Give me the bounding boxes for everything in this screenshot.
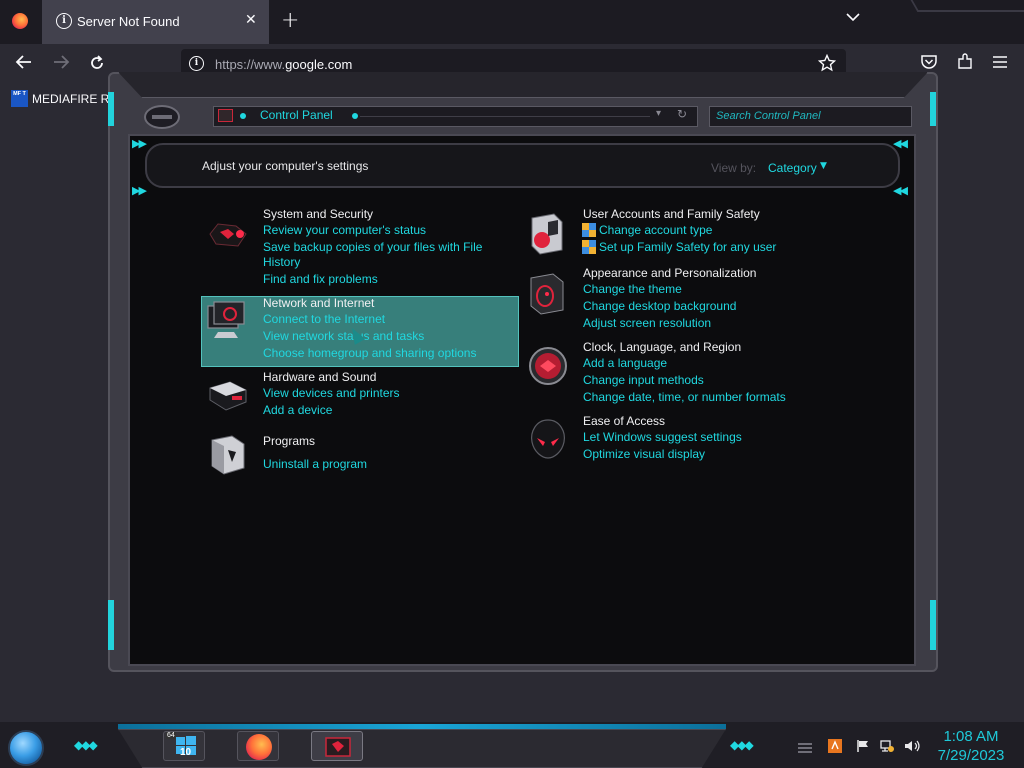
- network-internet-icon: [207, 301, 245, 338]
- link-family-safety[interactable]: Set up Family Safety for any user: [599, 240, 776, 254]
- link-change-account-type[interactable]: Change account type: [599, 223, 712, 237]
- frame-accent-right-bottom: [930, 600, 936, 650]
- link-change-theme[interactable]: Change the theme: [583, 282, 682, 296]
- frame-accent-left-top: [108, 92, 114, 126]
- link-connect-internet[interactable]: Connect to the Internet: [263, 312, 385, 326]
- link-optimize-display[interactable]: Optimize visual display: [583, 447, 705, 461]
- link-devices-printers[interactable]: View devices and printers: [263, 386, 400, 400]
- category-title-clock-region[interactable]: Clock, Language, and Region: [583, 340, 741, 354]
- link-network-status[interactable]: View network status and tasks: [263, 329, 424, 343]
- taskbar-chevrons-right-icon: ◆◆◆: [730, 738, 754, 752]
- clock-region-icon: [529, 347, 567, 385]
- clock-date: 7/29/2023: [937, 747, 1005, 764]
- start-button[interactable]: [8, 730, 44, 766]
- link-screen-resolution[interactable]: Adjust screen resolution: [583, 316, 711, 330]
- mediafire-bookmark-icon[interactable]: MF T: [11, 90, 28, 107]
- double-chevron-right-icon-2: ▶▶: [132, 184, 147, 197]
- winver-10-badge: 10: [180, 747, 192, 758]
- show-hidden-icons-icon[interactable]: [796, 740, 814, 754]
- url-domain: google.com: [285, 57, 353, 72]
- double-chevron-left-icon-2: ◀◀: [893, 184, 908, 197]
- category-title-user-accounts[interactable]: User Accounts and Family Safety: [583, 207, 760, 221]
- address-dropdown-icon[interactable]: ▾: [656, 108, 661, 119]
- taskbar-control-panel-app[interactable]: [311, 731, 363, 761]
- frame-accent-left-bottom: [108, 600, 114, 650]
- clock[interactable]: 1:08 AM 7/29/2023: [932, 727, 1010, 765]
- menu-icon[interactable]: [989, 53, 1011, 75]
- category-title-hardware-sound[interactable]: Hardware and Sound: [263, 370, 376, 384]
- tab-title: Server Not Found: [77, 14, 180, 29]
- control-panel-icon: [218, 109, 233, 122]
- search-input[interactable]: Search Control Panel: [716, 110, 821, 122]
- network-tray-icon[interactable]: [880, 739, 894, 753]
- breadcrumb-separator-icon: [240, 113, 246, 119]
- link-backup-history[interactable]: History: [263, 255, 300, 269]
- link-find-fix-problems[interactable]: Find and fix problems: [263, 272, 378, 286]
- extensions-icon[interactable]: [954, 53, 976, 75]
- reload-button[interactable]: [86, 54, 108, 76]
- ease-of-access-icon: [531, 419, 565, 459]
- tray-app-icon[interactable]: [828, 739, 842, 753]
- breadcrumb-control-panel[interactable]: Control Panel: [260, 108, 333, 122]
- info-icon: i: [56, 13, 72, 29]
- appearance-icon: [530, 273, 564, 315]
- taskbar-firefox-app[interactable]: [237, 731, 279, 761]
- user-accounts-icon: [531, 213, 563, 255]
- uac-shield-icon-2: [582, 240, 596, 254]
- uac-shield-icon: [582, 223, 596, 237]
- link-input-methods[interactable]: Change input methods: [583, 373, 704, 387]
- list-all-tabs-icon[interactable]: [846, 10, 860, 26]
- link-uninstall-program[interactable]: Uninstall a program: [263, 457, 367, 471]
- category-title-appearance[interactable]: Appearance and Personalization: [583, 266, 756, 280]
- view-by-dropdown[interactable]: Category: [768, 161, 817, 175]
- link-desktop-background[interactable]: Change desktop background: [583, 299, 736, 313]
- control-panel-taskbar-icon: [325, 737, 351, 757]
- window-top-frame: [118, 72, 928, 98]
- link-add-device[interactable]: Add a device: [263, 403, 332, 417]
- link-add-language[interactable]: Add a language: [583, 356, 667, 370]
- system-security-icon: [209, 223, 247, 247]
- category-title-ease-of-access[interactable]: Ease of Access: [583, 414, 665, 428]
- taskbar-chevrons-left-icon: ◆◆◆: [74, 738, 98, 752]
- close-tab-icon[interactable]: ✕: [245, 12, 257, 28]
- site-info-icon[interactable]: i: [189, 56, 204, 71]
- programs-icon: [211, 435, 245, 475]
- action-center-flag-icon[interactable]: [856, 739, 870, 753]
- link-backup-files[interactable]: Save backup copies of your files with Fi…: [263, 240, 482, 254]
- url-text[interactable]: https://www.google.com: [215, 57, 352, 72]
- hardware-sound-icon: [209, 381, 247, 411]
- refresh-icon[interactable]: ↻: [677, 107, 687, 121]
- page-title: Adjust your computer's settings: [202, 159, 369, 173]
- category-title-programs[interactable]: Programs: [263, 434, 315, 448]
- view-by-label: View by:: [711, 161, 757, 175]
- category-title-system-security[interactable]: System and Security: [263, 207, 373, 221]
- forward-button[interactable]: [50, 54, 72, 76]
- volume-icon[interactable]: [904, 739, 922, 753]
- tab-server-not-found[interactable]: i Server Not Found ✕: [42, 0, 269, 44]
- new-tab-button[interactable]: +: [281, 8, 299, 33]
- link-windows-suggest[interactable]: Let Windows suggest settings: [583, 430, 742, 444]
- back-button[interactable]: [13, 54, 35, 76]
- dropdown-caret-icon[interactable]: ▼: [820, 161, 827, 171]
- link-review-status[interactable]: Review your computer's status: [263, 223, 426, 237]
- firefox-icon[interactable]: [12, 13, 28, 29]
- taskbar-dock: [118, 729, 726, 768]
- url-prefix: https://www.: [215, 57, 286, 72]
- category-title-network-internet[interactable]: Network and Internet: [263, 296, 374, 310]
- clock-time: 1:08 AM: [943, 728, 999, 745]
- taskbar-winver-app[interactable]: 64 10: [163, 731, 205, 761]
- window-frame-decoration: [910, 0, 1024, 12]
- firefox-taskbar-icon: [246, 734, 272, 760]
- address-divider: [360, 116, 650, 117]
- window-logo-icon: [144, 105, 180, 129]
- double-chevron-right-icon: ▶▶: [132, 137, 147, 150]
- frame-accent-right-top: [930, 92, 936, 126]
- taskbar-glow: [118, 724, 726, 729]
- bookmark-mediafire[interactable]: MEDIAFIRE RO: [32, 92, 119, 106]
- link-date-time-formats[interactable]: Change date, time, or number formats: [583, 390, 786, 404]
- breadcrumb-arrow-icon[interactable]: [352, 113, 358, 119]
- link-homegroup-sharing[interactable]: Choose homegroup and sharing options: [263, 346, 476, 360]
